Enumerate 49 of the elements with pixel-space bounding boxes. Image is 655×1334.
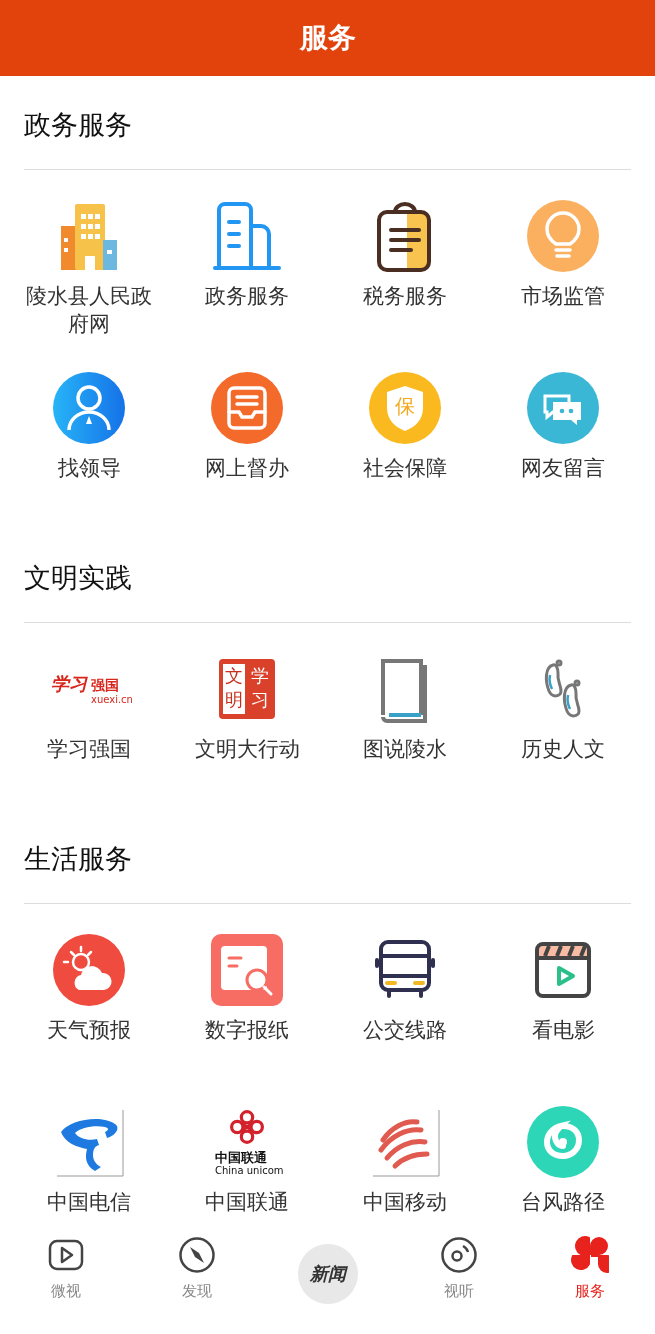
logo-text: 学习 bbox=[250, 664, 270, 712]
service-item[interactable]: 看电影 bbox=[493, 934, 633, 1044]
inbox-icon bbox=[211, 372, 283, 444]
service-item[interactable]: 数字报纸 bbox=[177, 934, 317, 1044]
service-item[interactable]: 政务服务 bbox=[177, 200, 317, 310]
service-item[interactable]: 网上督办 bbox=[177, 372, 317, 482]
newspaper-icon bbox=[211, 934, 283, 1006]
nav-tab[interactable]: 视听 bbox=[439, 1236, 478, 1304]
logo-text: 文明 bbox=[223, 664, 245, 714]
logo-text: 强国 bbox=[91, 677, 119, 693]
service-item[interactable]: 文明 学习 文明大行动 bbox=[177, 653, 317, 763]
service-item[interactable]: 中国移动 bbox=[335, 1106, 475, 1216]
logo-text: 保 bbox=[395, 394, 415, 418]
news-tab[interactable]: 新闻 bbox=[297, 1244, 358, 1304]
lightbulb-icon bbox=[527, 200, 599, 272]
service-item[interactable]: 中国联通 China unicom 中国联通 bbox=[177, 1106, 317, 1216]
service-item[interactable]: 税务服务 bbox=[335, 200, 475, 310]
service-item[interactable]: 网友留言 bbox=[493, 372, 633, 482]
service-item[interactable]: 图说陵水 bbox=[335, 653, 475, 763]
office-building-icon bbox=[211, 200, 283, 272]
chat-icon bbox=[527, 372, 599, 444]
service-item[interactable]: 中国电信 bbox=[19, 1106, 159, 1216]
service-item[interactable]: 公交线路 bbox=[335, 934, 475, 1044]
logo-text: 中国联通 bbox=[215, 1150, 267, 1165]
typhoon-icon bbox=[527, 1106, 599, 1178]
nav-tab[interactable]: 发现 bbox=[177, 1236, 216, 1304]
service-item[interactable]: 陵水县人民政府网 bbox=[19, 200, 159, 338]
weather-icon bbox=[53, 934, 125, 1006]
section-title: 政务服务 bbox=[24, 108, 132, 142]
page-title: 服务 bbox=[299, 21, 356, 55]
nav-tab[interactable]: 微视 bbox=[46, 1236, 85, 1304]
service-item[interactable]: 历史人文 bbox=[493, 653, 633, 763]
logo-text: xuexi.cn bbox=[91, 694, 133, 706]
disc-icon bbox=[439, 1236, 478, 1274]
logo-text: China unicom bbox=[215, 1165, 284, 1177]
nav-tab[interactable]: 服务 bbox=[570, 1236, 609, 1304]
logo-text: 学习 bbox=[51, 673, 87, 695]
section-title: 文明实践 bbox=[24, 561, 132, 595]
service-item[interactable]: 市场监管 bbox=[493, 200, 633, 310]
compass-icon bbox=[177, 1236, 216, 1274]
knot-icon bbox=[230, 1110, 264, 1144]
service-item[interactable]: 学习 强国 xuexi.cn 学习强国 bbox=[19, 653, 159, 763]
service-item[interactable]: 天气预报 bbox=[19, 934, 159, 1044]
section-title: 生活服务 bbox=[24, 842, 132, 876]
shield-icon bbox=[369, 372, 441, 444]
service-item[interactable]: 保 社会保障 bbox=[335, 372, 475, 482]
service-item[interactable]: 台风路径 bbox=[493, 1106, 633, 1216]
person-icon bbox=[53, 372, 125, 444]
service-item[interactable]: 找领导 bbox=[19, 372, 159, 482]
